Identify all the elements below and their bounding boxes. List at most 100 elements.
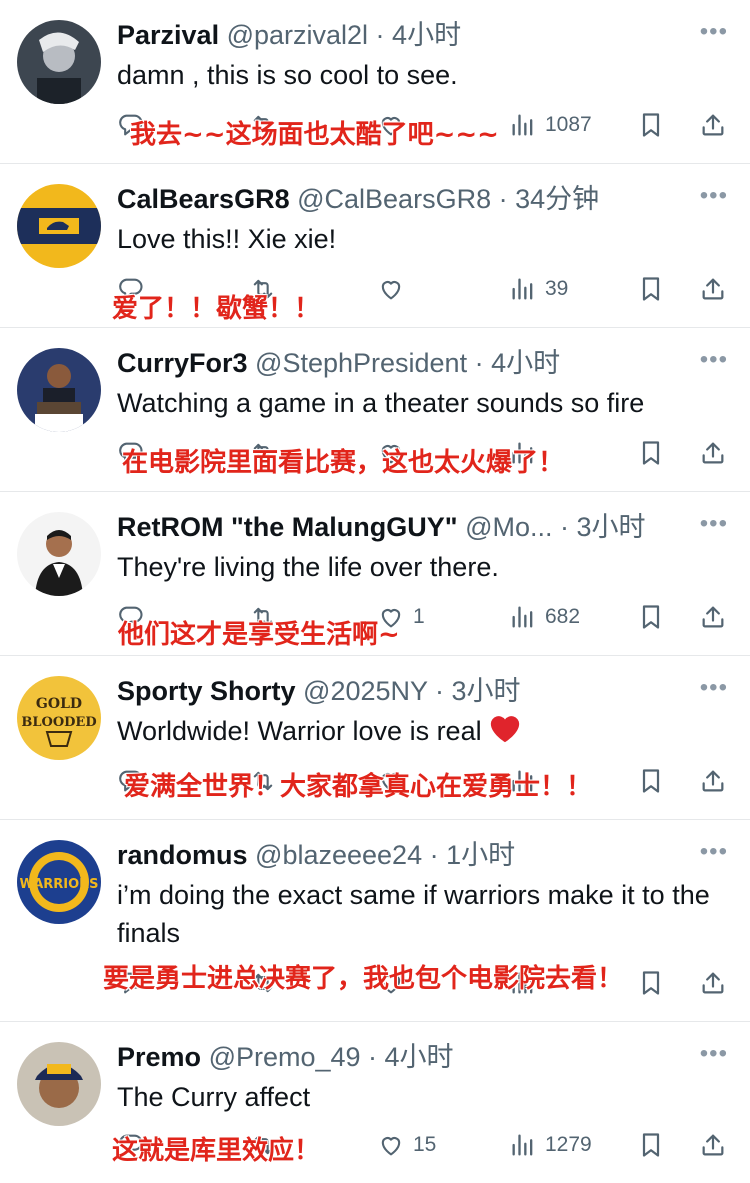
views-icon bbox=[509, 111, 537, 139]
avatar[interactable] bbox=[17, 184, 101, 268]
views-button[interactable]: 682 bbox=[509, 597, 580, 637]
tweet-header: Parzival @parzival2l · 4小时 bbox=[117, 18, 461, 52]
tweet-text: Worldwide! Warrior love is real bbox=[117, 712, 727, 754]
author-name[interactable]: Premo bbox=[117, 1042, 201, 1072]
bookmark-button[interactable] bbox=[637, 597, 665, 637]
views-icon bbox=[509, 1131, 537, 1159]
views-button[interactable]: 1087 bbox=[509, 105, 592, 145]
more-icon[interactable]: ••• bbox=[700, 346, 728, 374]
views-button[interactable]: 39 bbox=[509, 269, 568, 309]
more-icon[interactable]: ••• bbox=[700, 510, 728, 538]
share-button[interactable] bbox=[699, 761, 727, 801]
avatar[interactable]: GOLD BLOODED bbox=[17, 676, 101, 760]
tweet-card[interactable]: WARRIORS randomus @blazeeee24 · 1小时 ••• … bbox=[0, 820, 750, 1022]
tweet-header: randomus @blazeeee24 · 1小时 bbox=[117, 838, 515, 872]
share-button[interactable] bbox=[699, 597, 727, 637]
more-icon[interactable]: ••• bbox=[700, 18, 728, 46]
chinese-caption: 这就是库里效应！ bbox=[112, 1136, 321, 1166]
tweet-text: The Curry affect bbox=[117, 1082, 311, 1112]
chinese-caption: 爱满全世界！大家都拿真心在爱勇士！！ bbox=[124, 772, 593, 802]
bookmark-button[interactable] bbox=[637, 269, 665, 309]
tweet-card[interactable]: Parzival @parzival2l · 4小时 ••• damn , th… bbox=[0, 0, 750, 164]
share-button[interactable] bbox=[699, 105, 727, 145]
likes-count: 1 bbox=[413, 605, 425, 628]
avatar[interactable] bbox=[17, 512, 101, 596]
more-icon[interactable]: ••• bbox=[700, 674, 728, 702]
tweet-card[interactable]: RetROM "the MalungGUY" @Mo... · 3小时 ••• … bbox=[0, 492, 750, 656]
chinese-caption: 要是勇士进总决赛了，我也包个电影院去看！ bbox=[103, 964, 624, 994]
author-handle-time[interactable]: @CalBearsGR8 · 34分钟 bbox=[297, 184, 599, 214]
bookmark-icon bbox=[637, 275, 665, 303]
tweet-card[interactable]: GOLD BLOODED Sporty Shorty @2025NY · 3小时 … bbox=[0, 656, 750, 820]
share-button[interactable] bbox=[699, 963, 727, 1003]
bookmark-icon bbox=[637, 439, 665, 467]
bookmark-button[interactable] bbox=[637, 433, 665, 473]
bookmark-button[interactable] bbox=[637, 105, 665, 145]
author-handle-time[interactable]: @2025NY · 3小时 bbox=[303, 676, 521, 706]
svg-text:BLOODED: BLOODED bbox=[21, 715, 96, 730]
svg-text:GOLD: GOLD bbox=[36, 696, 82, 712]
share-icon bbox=[699, 767, 727, 795]
author-name[interactable]: Parzival bbox=[117, 20, 219, 50]
bookmark-button[interactable] bbox=[637, 761, 665, 801]
tweet-text: i’m doing the exact same if warriors mak… bbox=[117, 880, 710, 948]
tweet-header: RetROM "the MalungGUY" @Mo... · 3小时 bbox=[117, 510, 646, 544]
views-count: 1279 bbox=[545, 1133, 592, 1156]
author-name[interactable]: Sporty Shorty bbox=[117, 676, 296, 706]
author-name[interactable]: CurryFor3 bbox=[117, 348, 248, 378]
views-icon bbox=[509, 275, 537, 303]
views-button[interactable]: 1279 bbox=[509, 1125, 592, 1165]
tweet-text: They're living the life over there. bbox=[117, 552, 499, 582]
like-button[interactable] bbox=[377, 269, 405, 309]
tweet-text: Watching a game in a theater sounds so f… bbox=[117, 388, 645, 418]
author-handle-time[interactable]: @Premo_49 · 4小时 bbox=[209, 1042, 454, 1072]
share-button[interactable] bbox=[699, 433, 727, 473]
share-button[interactable] bbox=[699, 269, 727, 309]
bookmark-button[interactable] bbox=[637, 1125, 665, 1165]
author-handle-time[interactable]: @blazeeee24 · 1小时 bbox=[255, 840, 515, 870]
views-count: 1087 bbox=[545, 113, 592, 136]
avatar[interactable] bbox=[17, 1042, 101, 1126]
bookmark-icon bbox=[637, 767, 665, 795]
tweet-text-content: Worldwide! Warrior love is real bbox=[117, 716, 482, 747]
tweet-text: Love this!! Xie xie! bbox=[117, 224, 337, 254]
heart-icon bbox=[377, 1131, 405, 1159]
heart-icon bbox=[377, 275, 405, 303]
more-icon[interactable]: ••• bbox=[700, 1040, 728, 1068]
share-icon bbox=[699, 603, 727, 631]
avatar[interactable] bbox=[17, 348, 101, 432]
tweet-header: Premo @Premo_49 · 4小时 bbox=[117, 1040, 454, 1074]
chinese-caption: 他们这才是享受生活啊~ bbox=[118, 620, 400, 650]
chinese-caption: 我去~~这场面也太酷了吧~~~ bbox=[130, 120, 499, 150]
bookmark-button[interactable] bbox=[637, 963, 665, 1003]
tweet-header: Sporty Shorty @2025NY · 3小时 bbox=[117, 674, 521, 708]
share-button[interactable] bbox=[699, 1125, 727, 1165]
avatar[interactable]: WARRIORS bbox=[17, 840, 101, 924]
bookmark-icon bbox=[637, 969, 665, 997]
more-icon[interactable]: ••• bbox=[700, 182, 728, 210]
share-icon bbox=[699, 969, 727, 997]
views-icon bbox=[509, 603, 537, 631]
tweet-card[interactable]: CalBearsGR8 @CalBearsGR8 · 34分钟 ••• Love… bbox=[0, 164, 750, 328]
tweet-header: CalBearsGR8 @CalBearsGR8 · 34分钟 bbox=[117, 182, 599, 216]
author-handle-time[interactable]: @Mo... · 3小时 bbox=[465, 512, 645, 542]
author-handle-time[interactable]: @parzival2l · 4小时 bbox=[227, 20, 461, 50]
bookmark-icon bbox=[637, 603, 665, 631]
tweet-card[interactable]: CurryFor3 @StephPresident · 4小时 ••• Watc… bbox=[0, 328, 750, 492]
bookmark-icon bbox=[637, 1131, 665, 1159]
like-button[interactable]: 15 bbox=[377, 1125, 436, 1165]
more-icon[interactable]: ••• bbox=[700, 838, 728, 866]
author-handle-time[interactable]: @StephPresident · 4小时 bbox=[255, 348, 560, 378]
author-name[interactable]: RetROM "the MalungGUY" bbox=[117, 512, 458, 542]
avatar[interactable] bbox=[17, 20, 101, 104]
share-icon bbox=[699, 439, 727, 467]
tweet-card[interactable]: Premo @Premo_49 · 4小时 ••• The Curry affe… bbox=[0, 1022, 750, 1183]
author-name[interactable]: randomus bbox=[117, 840, 248, 870]
share-icon bbox=[699, 275, 727, 303]
share-icon bbox=[699, 1131, 727, 1159]
red-heart-icon bbox=[488, 712, 522, 754]
views-count: 39 bbox=[545, 277, 569, 300]
views-count: 682 bbox=[545, 605, 581, 628]
author-name[interactable]: CalBearsGR8 bbox=[117, 184, 290, 214]
chinese-caption: 在电影院里面看比赛，这也太火爆了！ bbox=[122, 448, 565, 478]
